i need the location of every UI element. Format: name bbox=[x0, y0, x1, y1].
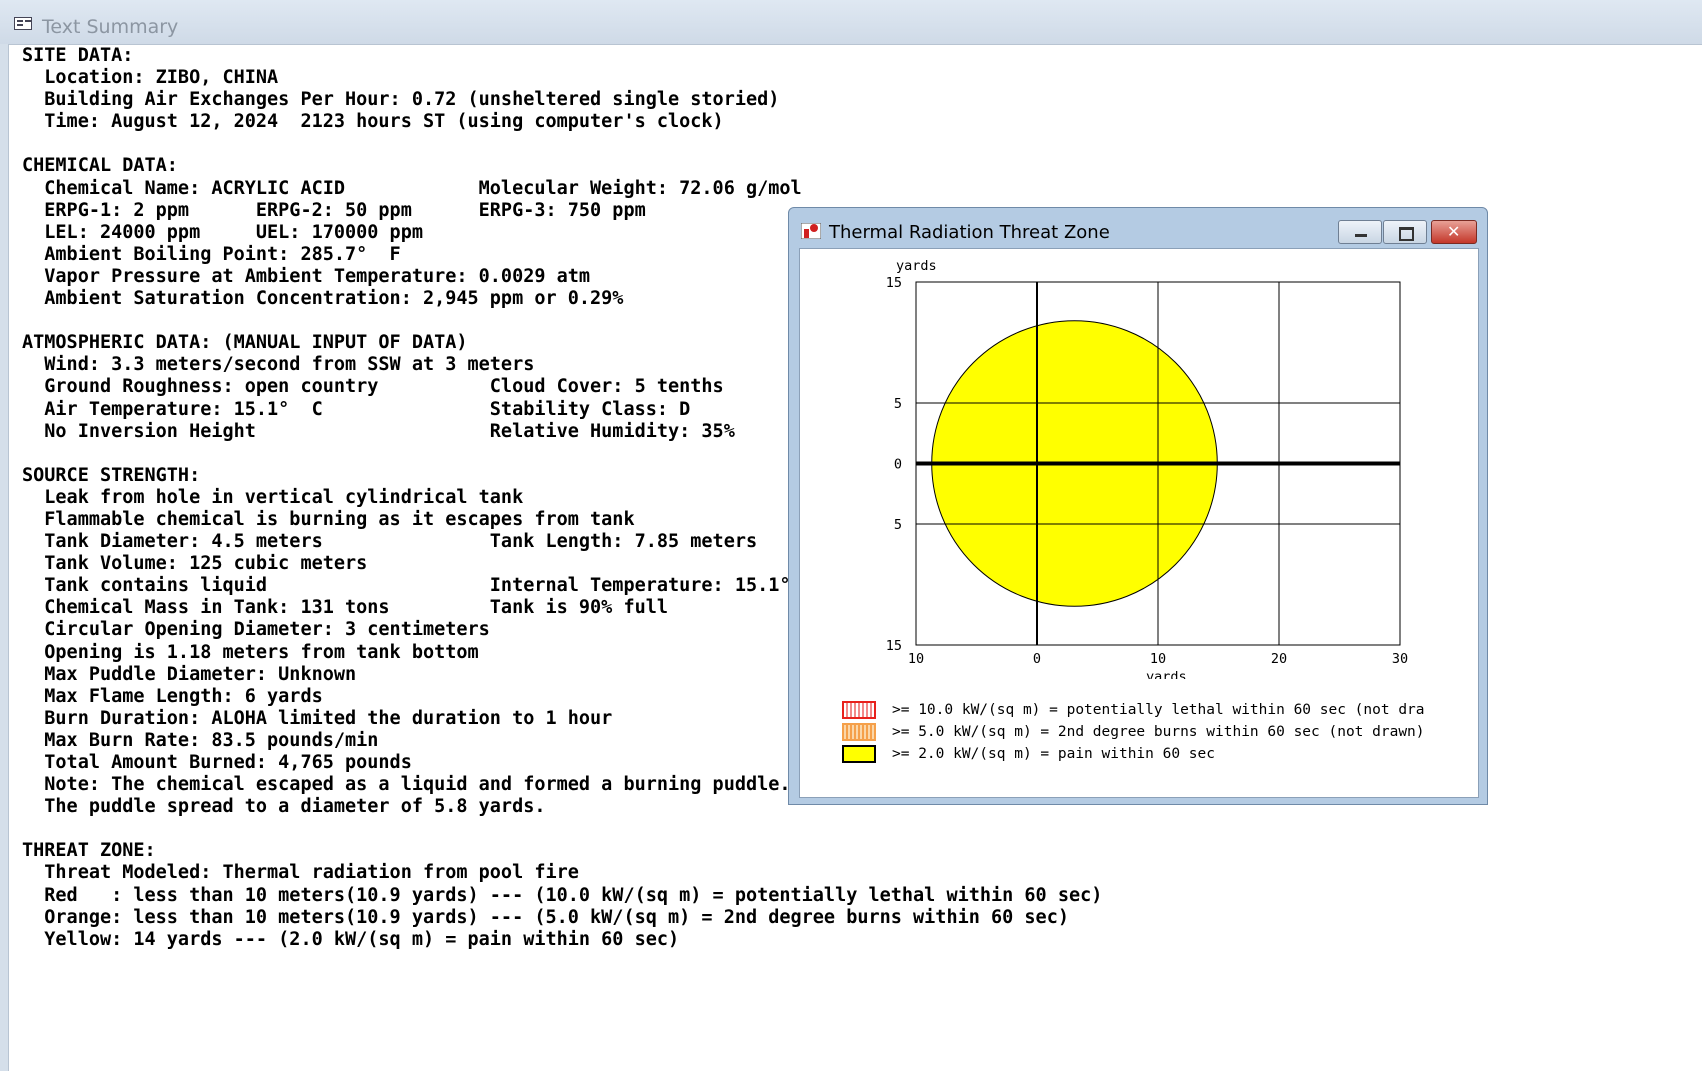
y-tick-label: 5 bbox=[894, 396, 902, 412]
threat-zone-chart: yards yards 10 0 10 20 30 15 5 0 5 15 bbox=[886, 258, 1408, 679]
threat-zone-plot-area: yards yards 10 0 10 20 30 15 5 0 5 15 >= 10.0 kW/… bbox=[799, 248, 1479, 798]
main-title-bar[interactable]: Text Summary bbox=[0, 0, 1702, 45]
legend-text-orange: >= 5.0 kW/(sq m) = 2nd degree burns with… bbox=[892, 724, 1425, 740]
legend-text-yellow: >= 2.0 kW/(sq m) = pain within 60 sec bbox=[892, 746, 1216, 762]
threat-zone-window-title: Thermal Radiation Threat Zone bbox=[829, 222, 1110, 243]
x-tick-label: 20 bbox=[1271, 651, 1287, 667]
x-tick-label: 10 bbox=[908, 651, 924, 667]
legend-text-red: >= 10.0 kW/(sq m) = potentially lethal w… bbox=[892, 702, 1425, 718]
x-axis-label: yards bbox=[1146, 669, 1187, 679]
x-tick-label: 30 bbox=[1392, 651, 1408, 667]
threat-zone-app-icon bbox=[801, 223, 821, 239]
minimize-button[interactable] bbox=[1338, 220, 1382, 244]
legend-swatch-orange bbox=[842, 723, 876, 741]
y-axis-label: yards bbox=[896, 258, 937, 274]
y-tick-label: 15 bbox=[886, 275, 902, 291]
x-tick-label: 0 bbox=[1033, 651, 1041, 667]
legend-swatch-red bbox=[842, 701, 876, 719]
y-tick-label: 5 bbox=[894, 517, 902, 533]
close-button[interactable] bbox=[1431, 220, 1477, 244]
maximize-button[interactable] bbox=[1383, 220, 1427, 244]
y-tick-label: 0 bbox=[894, 457, 902, 473]
main-window-title: Text Summary bbox=[42, 16, 179, 38]
window-left-border bbox=[0, 44, 9, 1071]
threat-zone-window[interactable]: Thermal Radiation Threat Zone yards yard… bbox=[788, 207, 1488, 805]
y-tick-label: 15 bbox=[886, 638, 902, 654]
window-app-icon bbox=[14, 17, 32, 30]
x-tick-label: 10 bbox=[1150, 651, 1166, 667]
legend-swatch-yellow bbox=[842, 745, 876, 763]
